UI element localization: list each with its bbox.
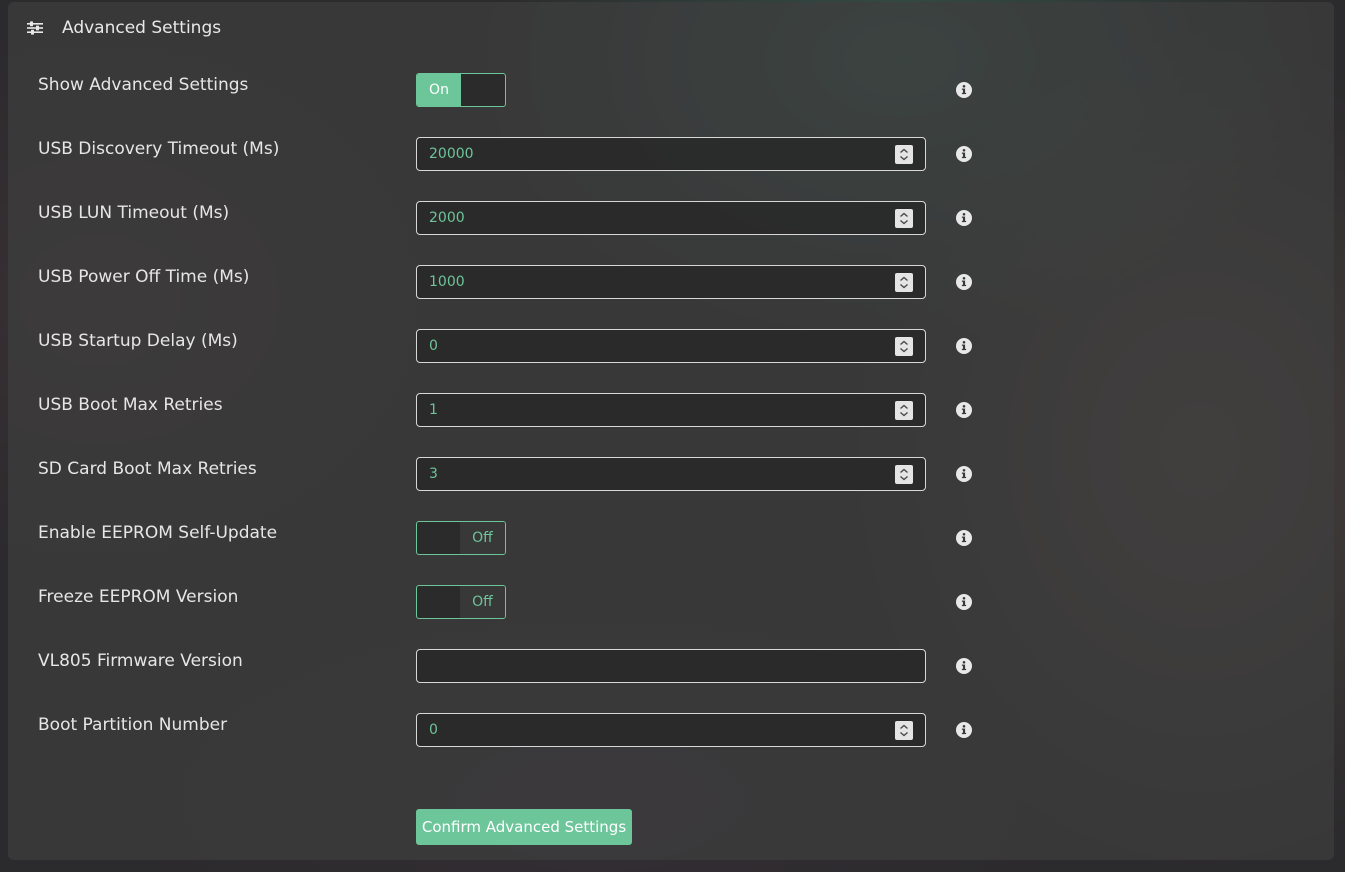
setting-row-enable-eeprom-self-update: Enable EEPROM Self-Update Off	[8, 521, 1008, 555]
info-icon[interactable]	[956, 210, 972, 226]
sliders-icon	[26, 21, 44, 35]
setting-row-usb-discovery-timeout: USB Discovery Timeout (Ms) 20000	[8, 137, 1008, 171]
sd-card-boot-max-retries-input[interactable]: 3	[416, 457, 926, 491]
advanced-settings-panel: Advanced Settings Show Advanced Settings…	[8, 2, 1334, 860]
toggle-state-label: Off	[472, 594, 493, 610]
usb-power-off-time-input[interactable]: 1000	[416, 265, 926, 299]
spinner-arrows-icon[interactable]	[895, 465, 913, 484]
setting-label: USB LUN Timeout (Ms)	[38, 203, 230, 223]
input-value: 0	[429, 722, 438, 738]
spinner-arrows-icon[interactable]	[895, 145, 913, 164]
spinner-arrows-icon[interactable]	[895, 337, 913, 356]
setting-label: USB Startup Delay (Ms)	[38, 331, 238, 351]
info-icon[interactable]	[956, 722, 972, 738]
confirm-advanced-settings-button[interactable]: Confirm Advanced Settings	[416, 809, 632, 845]
setting-row-vl805-firmware-version: VL805 Firmware Version	[8, 649, 1008, 683]
setting-label: Show Advanced Settings	[38, 75, 249, 95]
setting-label: Boot Partition Number	[38, 715, 228, 735]
setting-row-usb-startup-delay: USB Startup Delay (Ms) 0	[8, 329, 1008, 363]
setting-row-show-advanced-settings: Show Advanced Settings On	[8, 73, 1008, 107]
setting-row-usb-lun-timeout: USB LUN Timeout (Ms) 2000	[8, 201, 1008, 235]
panel-header: Advanced Settings	[26, 16, 221, 40]
setting-row-sd-card-boot-max-retries: SD Card Boot Max Retries 3	[8, 457, 1008, 491]
vl805-firmware-version-input[interactable]	[416, 649, 926, 683]
setting-label: SD Card Boot Max Retries	[38, 459, 257, 479]
spinner-arrows-icon[interactable]	[895, 209, 913, 228]
info-icon[interactable]	[956, 338, 972, 354]
info-icon[interactable]	[956, 530, 972, 546]
spinner-arrows-icon[interactable]	[895, 273, 913, 292]
usb-lun-timeout-input[interactable]: 2000	[416, 201, 926, 235]
input-value: 3	[429, 466, 438, 482]
setting-label: Enable EEPROM Self-Update	[38, 523, 278, 543]
toggle-state-label: On	[429, 82, 449, 98]
usb-discovery-timeout-input[interactable]: 20000	[416, 137, 926, 171]
info-icon[interactable]	[956, 466, 972, 482]
show-advanced-settings-toggle[interactable]: On	[416, 73, 506, 107]
input-value: 1000	[429, 274, 465, 290]
info-icon[interactable]	[956, 594, 972, 610]
enable-eeprom-self-update-toggle[interactable]: Off	[416, 521, 506, 555]
setting-row-boot-partition-number: Boot Partition Number 0	[8, 713, 1008, 747]
input-value: 0	[429, 338, 438, 354]
setting-label: USB Boot Max Retries	[38, 395, 223, 415]
setting-row-usb-boot-max-retries: USB Boot Max Retries 1	[8, 393, 1008, 427]
input-value: 2000	[429, 210, 465, 226]
panel-title: Advanced Settings	[62, 18, 222, 38]
input-value: 1	[429, 402, 438, 418]
setting-row-freeze-eeprom-version: Freeze EEPROM Version Off	[8, 585, 1008, 619]
info-icon[interactable]	[956, 274, 972, 290]
spinner-arrows-icon[interactable]	[895, 721, 913, 740]
usb-boot-max-retries-input[interactable]: 1	[416, 393, 926, 427]
info-icon[interactable]	[956, 146, 972, 162]
setting-label: Freeze EEPROM Version	[38, 587, 239, 607]
setting-label: VL805 Firmware Version	[38, 651, 243, 671]
input-value: 20000	[429, 146, 474, 162]
info-icon[interactable]	[956, 658, 972, 674]
spinner-arrows-icon[interactable]	[895, 401, 913, 420]
info-icon[interactable]	[956, 402, 972, 418]
info-icon[interactable]	[956, 82, 972, 98]
usb-startup-delay-input[interactable]: 0	[416, 329, 926, 363]
setting-row-usb-power-off-time: USB Power Off Time (Ms) 1000	[8, 265, 1008, 299]
setting-label: USB Power Off Time (Ms)	[38, 267, 250, 287]
toggle-state-label: Off	[472, 530, 493, 546]
freeze-eeprom-version-toggle[interactable]: Off	[416, 585, 506, 619]
setting-label: USB Discovery Timeout (Ms)	[38, 139, 280, 159]
boot-partition-number-input[interactable]: 0	[416, 713, 926, 747]
